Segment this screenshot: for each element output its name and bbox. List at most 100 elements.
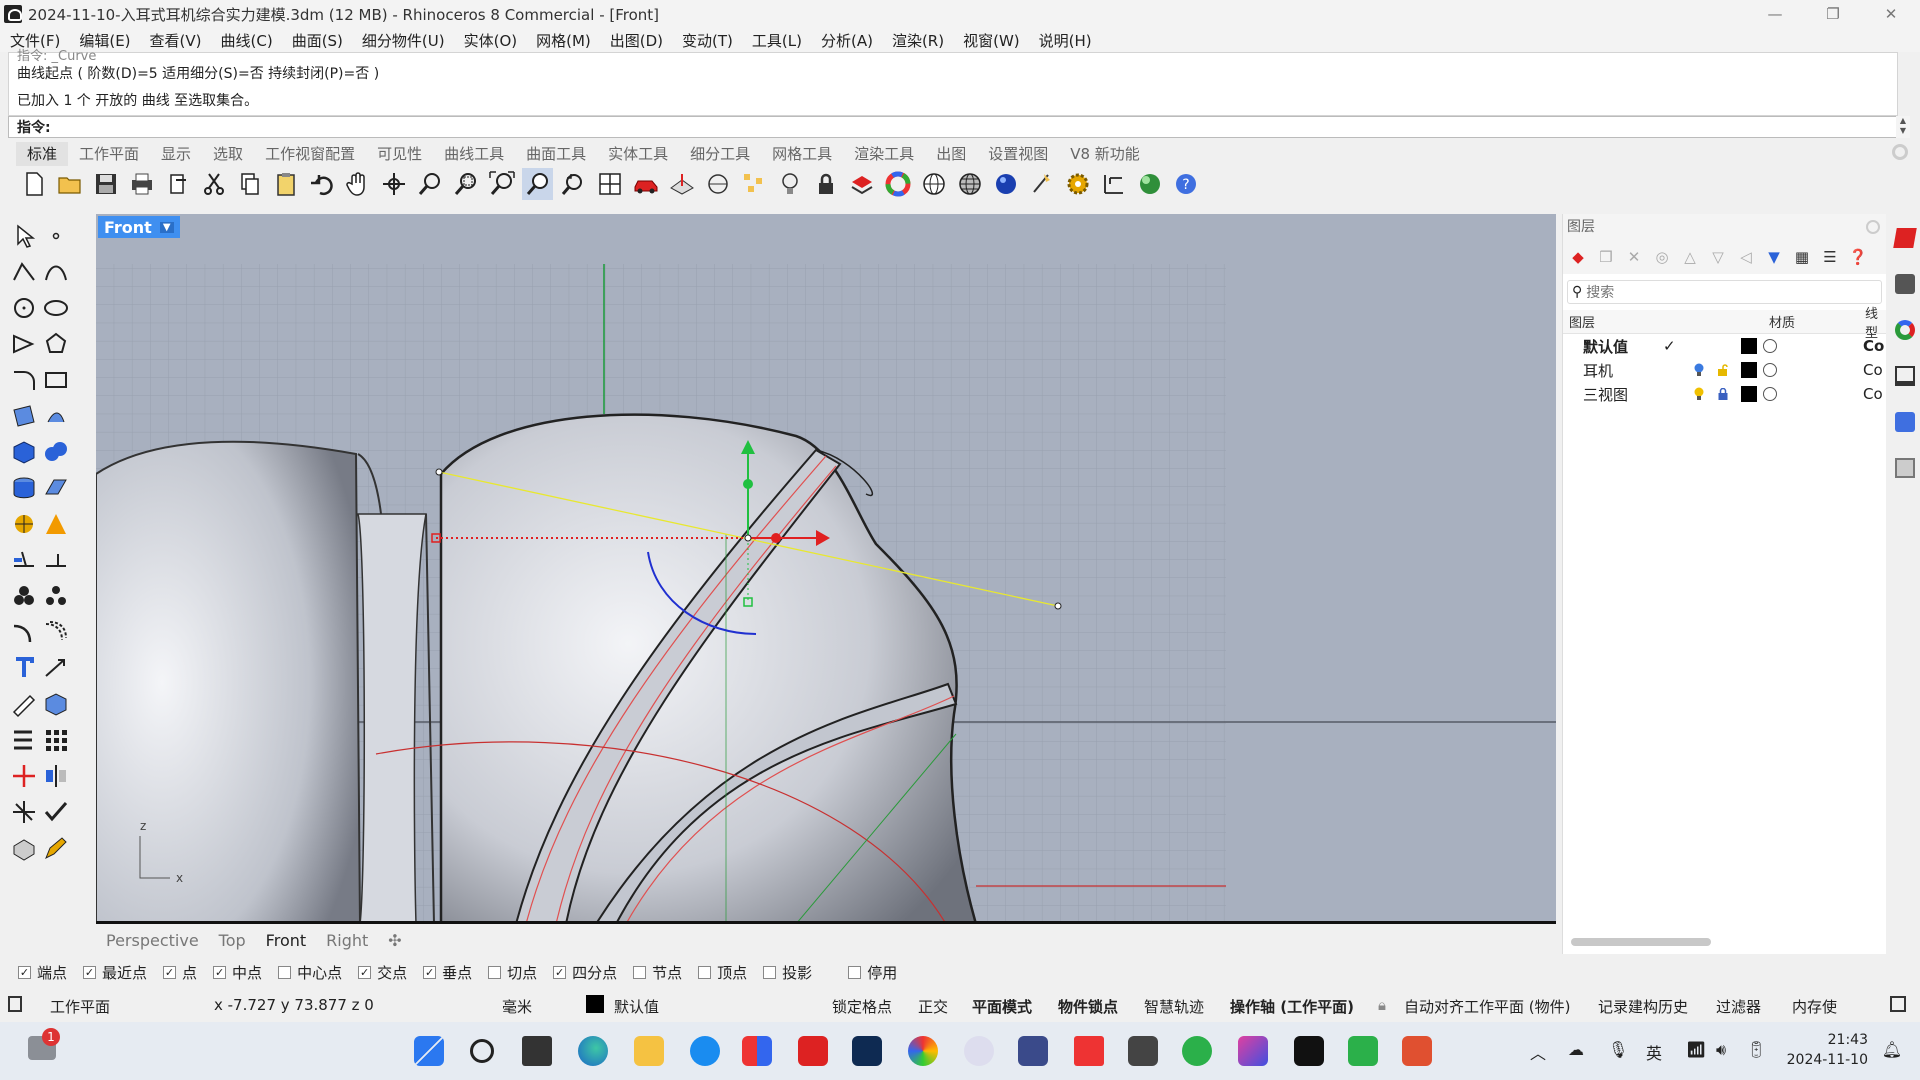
point-icon[interactable] <box>40 218 72 254</box>
app-c-icon[interactable] <box>690 1036 720 1066</box>
fillet-edge-icon[interactable] <box>8 614 40 650</box>
status-planar[interactable]: 平面模式 <box>972 996 1032 1017</box>
ungroup-icon[interactable] <box>40 578 72 614</box>
move-layer-up-icon[interactable]: △ <box>1679 246 1701 268</box>
pencil-icon[interactable] <box>40 830 72 866</box>
cplane-icon[interactable] <box>666 168 697 200</box>
osnap-checkbox[interactable] <box>278 965 292 979</box>
status-history[interactable]: 记录建构历史 <box>1598 996 1688 1017</box>
osnap-4[interactable]: 中心点 <box>278 962 342 983</box>
rotate-view-icon[interactable] <box>378 168 409 200</box>
notification-bell-icon[interactable]: 🔔︎ <box>1882 1040 1902 1059</box>
status-cplane[interactable]: 工作平面 <box>50 996 110 1017</box>
zoom-selected-icon[interactable] <box>522 168 553 200</box>
lightbulb-icon[interactable] <box>774 168 805 200</box>
rendered-sphere-icon[interactable] <box>990 168 1021 200</box>
viewtab-perspective[interactable]: Perspective <box>96 931 209 950</box>
status-panel-toggle-icon[interactable] <box>8 996 22 1012</box>
layer-unlocked-icon[interactable] <box>1717 364 1729 376</box>
status-layer[interactable]: 默认值 <box>614 996 659 1017</box>
osnap-checkbox[interactable]: ✓ <box>423 965 437 979</box>
ellipse-icon[interactable] <box>40 290 72 326</box>
color-tab-icon[interactable] <box>1895 320 1915 340</box>
tab-standard[interactable]: 标准 <box>16 142 69 166</box>
menu-solid[interactable]: 实体(O) <box>464 30 518 51</box>
menu-view[interactable]: 查看(V) <box>150 30 202 51</box>
photoshop-icon[interactable] <box>852 1036 882 1066</box>
viewport-canvas[interactable]: z x <box>96 214 1556 924</box>
copy-icon[interactable] <box>234 168 265 200</box>
menu-tools[interactable]: 工具(L) <box>752 30 802 51</box>
layer-options-icon[interactable]: ◎ <box>1651 246 1673 268</box>
tab-set-view[interactable]: 设置视图 <box>977 142 1059 166</box>
layer-row-earphone[interactable]: 耳机 Co <box>1563 358 1886 382</box>
lock-icon[interactable] <box>810 168 841 200</box>
add-viewport-icon[interactable]: ✣ <box>378 931 411 950</box>
tray-cloud-icon[interactable]: ☁︎ <box>1568 1040 1584 1059</box>
print-icon[interactable] <box>126 168 157 200</box>
tray-mic-icon[interactable]: 🎙︎ <box>1608 1040 1628 1059</box>
osnap-11[interactable]: 投影 <box>763 962 812 983</box>
osnap-checkbox[interactable] <box>633 965 647 979</box>
open-folder-icon[interactable] <box>54 168 85 200</box>
rhino-app-icon[interactable] <box>4 5 22 23</box>
check-icon[interactable] <box>40 794 72 830</box>
app-green-icon[interactable] <box>1182 1036 1212 1066</box>
layer-table-icon[interactable]: ▦ <box>1791 246 1813 268</box>
layer-color-swatch[interactable] <box>1741 362 1757 378</box>
layer-color-swatch[interactable] <box>1741 338 1757 354</box>
dimension-tool-icon[interactable] <box>40 650 72 686</box>
osnap-6[interactable]: ✓ 垂点 <box>423 962 472 983</box>
circle-icon[interactable] <box>8 290 40 326</box>
osnap-checkbox[interactable]: ✓ <box>18 965 31 979</box>
export-icon[interactable] <box>162 168 193 200</box>
osnap-checkbox[interactable] <box>763 965 777 979</box>
app-cat-icon[interactable] <box>1018 1036 1048 1066</box>
rhino-taskbar-icon[interactable] <box>1294 1036 1324 1066</box>
explode-icon[interactable] <box>40 506 72 542</box>
command-input[interactable] <box>56 119 1897 135</box>
car-icon[interactable] <box>630 168 661 200</box>
transform-tools-icon[interactable] <box>8 794 40 830</box>
offset-curve-icon[interactable] <box>40 614 72 650</box>
status-grid-snap[interactable]: 锁定格点 <box>832 996 892 1017</box>
undo-view-icon[interactable] <box>558 168 589 200</box>
layers-tab-icon[interactable] <box>1893 228 1917 248</box>
mirror-icon[interactable] <box>40 758 72 794</box>
tray-wifi-icon[interactable]: 📶︎ <box>1686 1040 1706 1059</box>
osnap-3[interactable]: ✓ 中点 <box>213 962 262 983</box>
menu-dimension[interactable]: 出图(D) <box>610 30 663 51</box>
osnap-2[interactable]: ✓ 点 <box>163 962 197 983</box>
osnap-0[interactable]: ✓ 端点 <box>18 962 67 983</box>
osnap-5[interactable]: ✓ 交点 <box>358 962 407 983</box>
box-icon[interactable] <box>8 434 40 470</box>
command-scrollbar[interactable]: ▲ ▼ <box>1896 116 1910 138</box>
xmind-icon[interactable] <box>798 1036 828 1066</box>
tray-ime[interactable]: 英 <box>1646 1040 1662 1064</box>
undo-icon[interactable] <box>306 168 337 200</box>
arc-icon[interactable] <box>8 326 40 362</box>
display-tab-icon[interactable] <box>1895 366 1915 386</box>
tab-surface-tools[interactable]: 曲面工具 <box>515 142 597 166</box>
app-circle-icon[interactable] <box>908 1036 938 1066</box>
app-gradient-icon[interactable] <box>1238 1036 1268 1066</box>
four-viewports-icon[interactable] <box>594 168 625 200</box>
status-gumball[interactable]: 操作轴 (工作平面) <box>1230 996 1354 1017</box>
analysis-icon[interactable] <box>8 686 40 722</box>
tray-battery-icon[interactable]: 🔋︎ <box>1746 1040 1766 1059</box>
viewtab-top[interactable]: Top <box>209 931 256 950</box>
osnap-checkbox[interactable]: ✓ <box>163 965 177 979</box>
select-points-icon[interactable] <box>738 168 769 200</box>
osnap-1[interactable]: ✓ 最近点 <box>83 962 147 983</box>
viewport-menu-chevron-down-icon[interactable]: ▼ <box>159 221 174 233</box>
app-chat-icon[interactable] <box>964 1036 994 1066</box>
layers-horizontal-scrollbar[interactable] <box>1571 938 1711 946</box>
status-filter[interactable]: 过滤器 <box>1716 996 1761 1017</box>
file-explorer-icon[interactable] <box>634 1036 664 1066</box>
libraries-tab-icon[interactable] <box>1895 458 1915 478</box>
save-icon[interactable] <box>90 168 121 200</box>
app-ship-icon[interactable] <box>1128 1036 1158 1066</box>
extrude-curve-icon[interactable] <box>40 398 72 434</box>
help-tab-icon[interactable] <box>1895 412 1915 432</box>
new-layer-icon[interactable]: ◆ <box>1567 246 1589 268</box>
